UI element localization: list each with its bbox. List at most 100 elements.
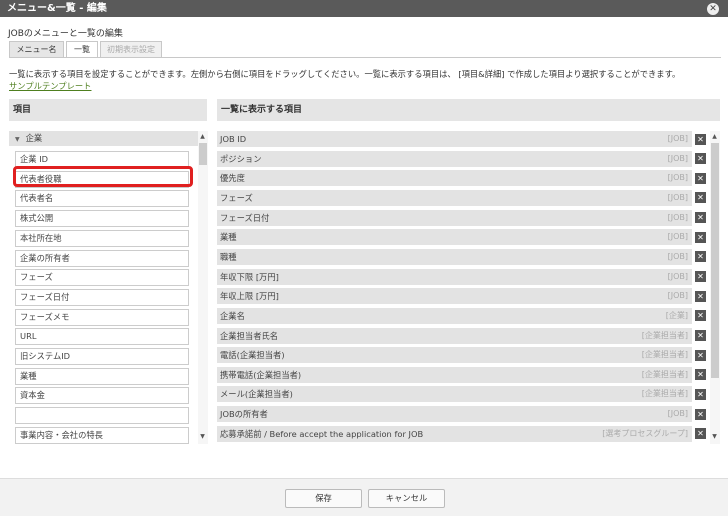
column-source-tag: [企業担当者] — [641, 369, 688, 379]
left-list-item[interactable]: URL — [15, 328, 189, 346]
remove-icon[interactable]: ✕ — [695, 251, 706, 263]
left-list-item[interactable]: 株式公開 — [15, 210, 189, 228]
left-list-item[interactable] — [15, 407, 189, 425]
remove-icon[interactable]: ✕ — [695, 349, 706, 361]
tab-list[interactable]: 一覧 — [66, 41, 98, 58]
remove-icon[interactable]: ✕ — [695, 290, 706, 302]
left-list-item[interactable]: 代表者名 — [15, 190, 189, 208]
left-list-item[interactable]: 旧システムID — [15, 348, 189, 365]
column-source-tag: [JOB] — [667, 173, 688, 183]
column-label: 職種 — [220, 251, 237, 262]
selected-column-row[interactable]: 優先度 [JOB] — [217, 170, 692, 187]
column-label: メール(企業担当者) — [220, 389, 293, 400]
tab-menu-name[interactable]: メニュー名 — [9, 41, 64, 58]
sample-template-link[interactable]: サンプルテンプレート — [9, 80, 91, 92]
remove-icon[interactable]: ✕ — [695, 388, 706, 400]
left-list-item[interactable]: フェーズ — [15, 269, 189, 287]
column-label: フェーズ — [220, 192, 253, 203]
remove-icon[interactable]: ✕ — [695, 310, 706, 322]
group-label: 企業 — [25, 133, 43, 143]
remove-icon[interactable]: ✕ — [695, 133, 706, 145]
collapse-icon[interactable]: ▼ — [15, 136, 20, 143]
column-source-tag: [JOB] — [667, 212, 688, 222]
selected-column-row[interactable]: 職種 [JOB] — [217, 248, 692, 265]
selected-column-row[interactable]: 年収下限 [万円] [JOB] — [217, 268, 692, 285]
selected-column-row[interactable]: ポジション [JOB] — [217, 150, 692, 167]
column-label: 年収下限 [万円] — [220, 271, 279, 282]
selected-column-row[interactable]: フェーズ [JOB] — [217, 189, 692, 206]
selected-column-row[interactable]: 携帯電話(企業担当者) [企業担当者] — [217, 366, 692, 383]
close-icon[interactable]: ✕ — [707, 3, 719, 15]
selection-highlight — [13, 166, 193, 187]
column-source-tag: [JOB] — [667, 291, 688, 301]
remove-icon[interactable]: ✕ — [695, 153, 706, 165]
selected-column-row[interactable]: 電話(企業担当者) [企業担当者] — [217, 347, 692, 364]
column-source-tag: [JOB] — [667, 271, 688, 281]
scroll-up-icon[interactable]: ▲ — [710, 133, 719, 140]
column-label: 業種 — [220, 232, 237, 243]
remove-icon[interactable]: ✕ — [695, 212, 706, 224]
right-panel-header: 一覧に表示する項目 — [217, 99, 720, 121]
window-title: メニュー&一覧 - 編集 — [7, 3, 107, 14]
column-source-tag: [企業担当者] — [641, 330, 688, 340]
selected-column-row[interactable]: メール(企業担当者) [企業担当者] — [217, 386, 692, 403]
scroll-down-icon[interactable]: ▼ — [198, 433, 207, 440]
selected-column-row[interactable]: 企業担当者氏名 [企業担当者] — [217, 327, 692, 344]
column-label: JOBの所有者 — [220, 409, 268, 420]
remove-icon[interactable]: ✕ — [695, 231, 706, 243]
left-scroll-thumb[interactable] — [199, 143, 207, 165]
tab-initial-display[interactable]: 初期表示設定 — [100, 41, 162, 58]
column-label: 電話(企業担当者) — [220, 350, 285, 361]
cancel-button[interactable]: キャンセル — [368, 489, 445, 508]
save-button[interactable]: 保存 — [285, 489, 362, 508]
left-list-item[interactable]: 本社所在地 — [15, 229, 189, 247]
selected-column-row[interactable]: 年収上限 [万円] [JOB] — [217, 288, 692, 305]
selected-column-row[interactable]: 応募承諾前 / Before accept the application fo… — [217, 425, 692, 442]
left-panel-header: 項目 — [9, 99, 207, 121]
left-list-item[interactable]: 事業内容・会社の特長 — [15, 426, 189, 444]
group-header-company[interactable]: ▼ 企業 — [9, 131, 198, 146]
left-list-item[interactable]: フェーズメモ — [15, 308, 189, 326]
remove-icon[interactable]: ✕ — [695, 271, 706, 283]
column-label: 年収上限 [万円] — [220, 291, 279, 302]
right-scroll-thumb[interactable] — [711, 143, 719, 378]
remove-icon[interactable]: ✕ — [695, 172, 706, 184]
dialog-body: JOBのメニューと一覧の編集 メニュー名 一覧 初期表示設定 一覧に表示する項目… — [0, 17, 728, 478]
column-source-tag: [JOB] — [667, 232, 688, 242]
column-source-tag: [企業] — [665, 310, 688, 320]
column-label: 企業名 — [220, 310, 245, 321]
remove-icon[interactable]: ✕ — [695, 330, 706, 341]
column-label: フェーズ日付 — [220, 212, 270, 223]
column-source-tag: [JOB] — [667, 251, 688, 261]
column-label: JOB ID — [220, 134, 247, 144]
column-source-tag: [企業担当者] — [641, 389, 688, 399]
tab-divider — [9, 57, 721, 58]
remove-icon[interactable]: ✕ — [695, 192, 706, 204]
column-source-tag: [JOB] — [667, 409, 688, 419]
selected-column-row[interactable]: JOBの所有者 [JOB] — [217, 406, 692, 423]
left-scrollbar[interactable] — [198, 131, 208, 444]
scroll-down-icon[interactable]: ▼ — [710, 433, 719, 440]
selected-column-row[interactable]: 業種 [JOB] — [217, 229, 692, 246]
column-source-tag: [企業担当者] — [641, 350, 688, 360]
selected-column-row[interactable]: 企業名 [企業] — [217, 307, 692, 324]
column-source-tag: [JOB] — [667, 192, 688, 202]
column-label: ポジション — [220, 153, 262, 164]
remove-icon[interactable]: ✕ — [695, 428, 706, 440]
column-label: 携帯電話(企業担当者) — [220, 369, 302, 380]
column-label: 応募承諾前 / Before accept the application fo… — [220, 428, 424, 439]
window-titlebar: メニュー&一覧 - 編集 ✕ — [0, 0, 728, 17]
column-label: 優先度 — [220, 173, 245, 184]
column-source-tag: [JOB] — [667, 153, 688, 163]
remove-icon[interactable]: ✕ — [695, 369, 706, 381]
left-list-item[interactable]: フェーズ日付 — [15, 288, 189, 306]
selected-column-row[interactable]: フェーズ日付 [JOB] — [217, 209, 692, 226]
left-list-item[interactable]: 企業の所有者 — [15, 249, 189, 267]
dialog-footer: 保存 キャンセル — [0, 478, 728, 516]
scroll-up-icon[interactable]: ▲ — [198, 133, 207, 140]
selected-column-row[interactable]: JOB ID [JOB] — [217, 131, 692, 147]
dialog-subtitle: JOBのメニューと一覧の編集 — [8, 29, 123, 39]
left-list-item[interactable]: 業種 — [15, 367, 189, 385]
left-list-item[interactable]: 資本金 — [15, 387, 189, 405]
remove-icon[interactable]: ✕ — [695, 408, 706, 420]
